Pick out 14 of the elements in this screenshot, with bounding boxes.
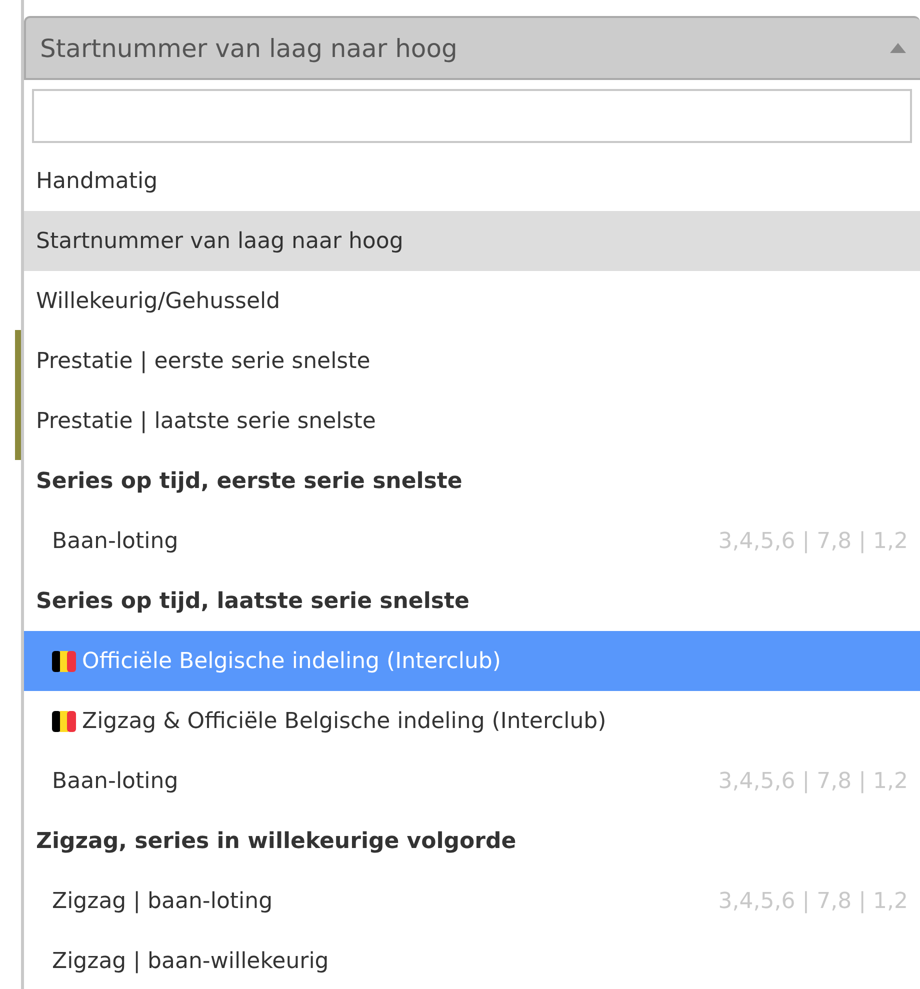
dropdown-option[interactable]: Willekeurig/Gehusseld xyxy=(24,271,920,331)
search-field[interactable] xyxy=(32,89,912,143)
dropdown-option[interactable]: Prestatie | eerste serie snelste xyxy=(24,331,920,391)
group-heading: Zigzag, series in willekeurige volgorde xyxy=(36,828,516,854)
dropdown-option[interactable]: Prestatie | laatste serie snelste xyxy=(24,391,920,451)
dropdown-header[interactable]: Startnummer van laag naar hoog xyxy=(24,16,920,80)
dropdown-option[interactable]: Startnummer van laag naar hoog xyxy=(24,211,920,271)
caret-icon xyxy=(890,43,906,53)
group-heading: Series op tijd, eerste serie snelste xyxy=(36,468,462,494)
group-heading: Series op tijd, laatste serie snelste xyxy=(36,588,470,614)
dropdown-option[interactable]: Zigzag & Officiële Belgische indeling (Interclub) xyxy=(24,691,920,751)
selected-value: Startnummer van laag naar hoog xyxy=(40,34,458,62)
dropdown-option[interactable]: Zigzag | baan-willekeurig xyxy=(24,931,920,989)
dropdown-option[interactable]: Handmatig xyxy=(24,151,920,211)
